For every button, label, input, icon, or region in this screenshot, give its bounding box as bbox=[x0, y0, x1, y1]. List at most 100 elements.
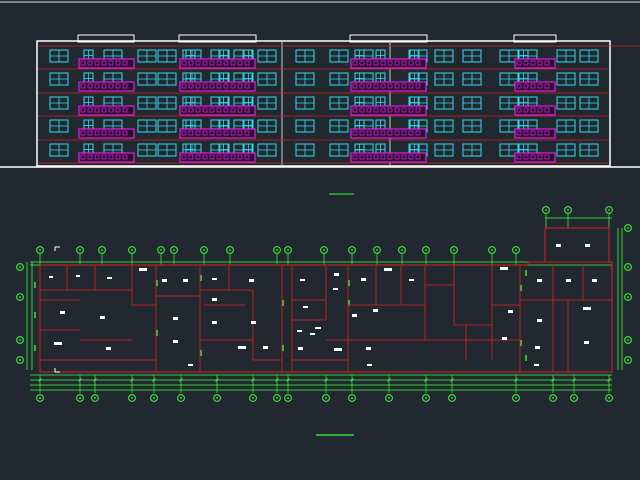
room-labels bbox=[49, 244, 597, 373]
floor-plan bbox=[16, 206, 632, 402]
axis-marker-dot bbox=[453, 249, 455, 251]
balcony bbox=[179, 152, 256, 163]
room-label bbox=[583, 307, 591, 310]
room-label bbox=[263, 346, 268, 349]
room-label bbox=[183, 279, 188, 282]
room-label bbox=[585, 244, 590, 247]
room-label bbox=[212, 278, 217, 280]
axis-marker-dot bbox=[160, 249, 162, 251]
axis-marker-dot bbox=[627, 339, 629, 341]
axis-marker-dot bbox=[216, 397, 218, 399]
axis-marker-dot bbox=[203, 249, 205, 251]
room-label bbox=[508, 310, 513, 313]
room-label bbox=[592, 279, 597, 282]
room-label bbox=[315, 327, 321, 329]
axis-marker-dot bbox=[491, 249, 493, 251]
room-label bbox=[212, 298, 217, 301]
room-label bbox=[212, 321, 217, 324]
balcony bbox=[350, 58, 427, 69]
room-label bbox=[367, 364, 372, 366]
room-label bbox=[298, 347, 303, 350]
axis-marker-dot bbox=[573, 397, 575, 399]
room-label bbox=[297, 330, 302, 332]
axis-marker-dot bbox=[19, 359, 21, 361]
axis-marker-dot bbox=[19, 266, 21, 268]
room-label bbox=[361, 278, 366, 281]
room-label bbox=[534, 364, 539, 366]
room-label bbox=[106, 347, 111, 350]
axis-marker-dot bbox=[19, 296, 21, 298]
balcony bbox=[179, 58, 256, 69]
room-label bbox=[49, 276, 53, 278]
room-label bbox=[333, 288, 338, 290]
balcony bbox=[78, 58, 135, 69]
axis-marker-dot bbox=[287, 249, 289, 251]
axis-marker-dot bbox=[153, 397, 155, 399]
room-label bbox=[500, 267, 508, 270]
axis-marker-dot bbox=[567, 209, 569, 211]
room-label bbox=[139, 268, 147, 271]
axis-marker-dot bbox=[401, 249, 403, 251]
axis-marker-dot bbox=[351, 397, 353, 399]
axis-marker-dot bbox=[545, 209, 547, 211]
room-label bbox=[373, 309, 378, 312]
balcony bbox=[179, 128, 256, 139]
axis-marker-dot bbox=[627, 296, 629, 298]
elevation-balconies bbox=[78, 58, 556, 163]
axis-marker-dot bbox=[627, 359, 629, 361]
room-label bbox=[249, 279, 254, 282]
balcony bbox=[179, 105, 256, 116]
axis-marker-dot bbox=[79, 397, 81, 399]
room-label bbox=[566, 279, 571, 282]
room-label bbox=[238, 346, 246, 349]
axis-marker-dot bbox=[552, 397, 554, 399]
room-label bbox=[334, 348, 342, 351]
axis-marker-dot bbox=[276, 397, 278, 399]
plan-walls bbox=[39, 227, 613, 373]
dimension-lines bbox=[26, 214, 623, 393]
room-label bbox=[352, 314, 357, 317]
axis-marker-dot bbox=[325, 397, 327, 399]
room-label bbox=[556, 244, 561, 247]
axis-marker-dot bbox=[515, 397, 517, 399]
axis-marker-dot bbox=[19, 339, 21, 341]
room-label bbox=[251, 321, 256, 324]
axis-marker-dot bbox=[101, 249, 103, 251]
axis-marker-dot bbox=[229, 249, 231, 251]
axis-marker-dot bbox=[180, 397, 182, 399]
room-label bbox=[366, 347, 371, 350]
axis-marker-dot bbox=[608, 397, 610, 399]
balcony bbox=[78, 128, 135, 139]
axis-marker-dot bbox=[173, 249, 175, 251]
axis-marker-dot bbox=[425, 397, 427, 399]
room-label bbox=[303, 306, 308, 308]
room-label bbox=[502, 337, 507, 340]
room-label bbox=[76, 275, 80, 277]
room-label bbox=[409, 279, 414, 281]
axis-marker-dot bbox=[451, 397, 453, 399]
cad-drawing-canvas bbox=[0, 0, 640, 480]
balcony bbox=[78, 152, 135, 163]
axis-marker-dot bbox=[131, 249, 133, 251]
axis-marker-dot bbox=[627, 227, 629, 229]
axis-marker-dot bbox=[79, 249, 81, 251]
room-label bbox=[300, 279, 305, 281]
balcony bbox=[350, 128, 427, 139]
axis-marker-dot bbox=[425, 249, 427, 251]
cad-drawing bbox=[0, 1, 640, 436]
axis-marker-dot bbox=[627, 266, 629, 268]
axis-marker-dot bbox=[131, 397, 133, 399]
axis-marker-dot bbox=[94, 397, 96, 399]
axis-marker-dot bbox=[276, 249, 278, 251]
balcony bbox=[78, 105, 135, 116]
axis-marker-dot bbox=[351, 249, 353, 251]
axis-marker-dot bbox=[515, 249, 517, 251]
room-label bbox=[334, 273, 339, 276]
room-label bbox=[107, 277, 112, 279]
axis-marker-dot bbox=[388, 397, 390, 399]
balcony bbox=[78, 81, 135, 92]
axis-marker-dot bbox=[608, 209, 610, 211]
balcony bbox=[350, 152, 427, 163]
room-label bbox=[537, 319, 542, 322]
room-label bbox=[584, 341, 589, 344]
